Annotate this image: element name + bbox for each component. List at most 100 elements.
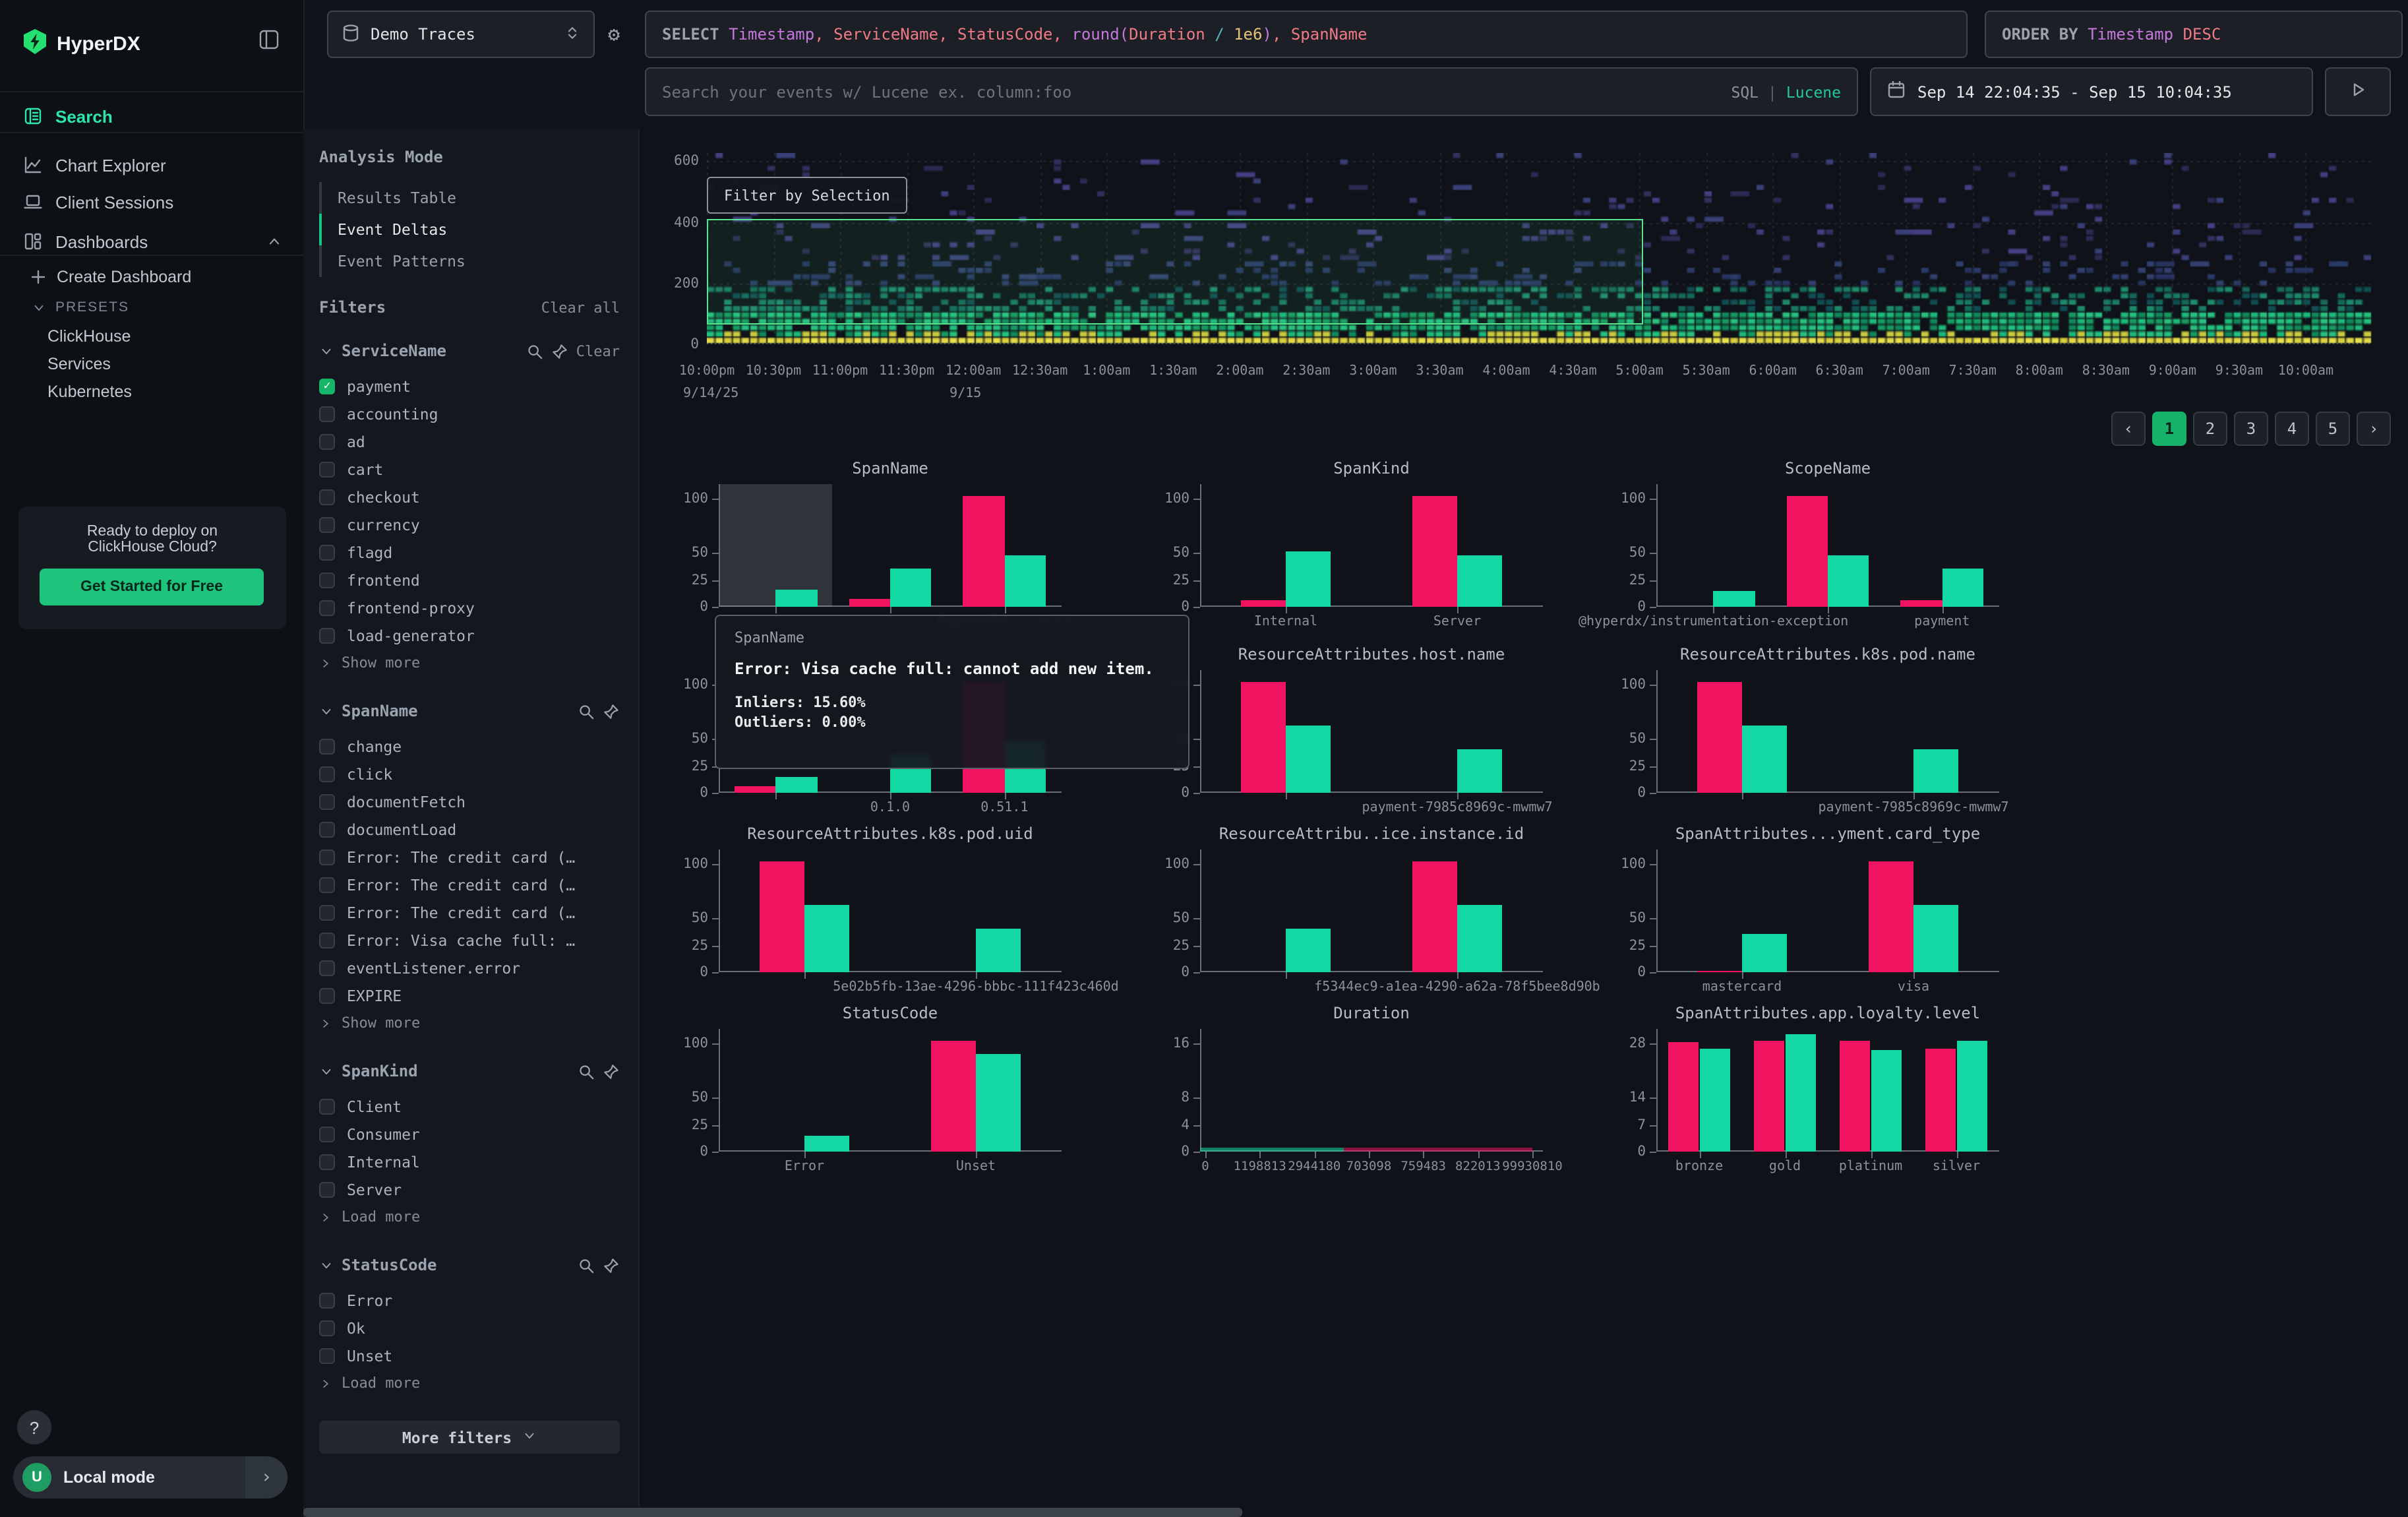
filter-item-expire[interactable]: EXPIRE [319, 981, 620, 1009]
checkbox[interactable] [319, 932, 335, 948]
checkbox[interactable] [319, 1154, 335, 1169]
filter-search-icon[interactable] [578, 702, 595, 720]
get-started-button[interactable]: Get Started for Free [40, 569, 264, 605]
filter-item-cart[interactable]: cart [319, 455, 620, 483]
filter-pin-icon[interactable] [603, 702, 620, 720]
filter-pin-icon[interactable] [551, 342, 568, 359]
analysis-mode-event-deltas[interactable]: Event Deltas [319, 214, 620, 245]
sidebar-item-client-sessions[interactable]: Client Sessions [0, 182, 303, 222]
filter-item-error-the-credit-card-[interactable]: Error: The credit card (… [319, 871, 620, 898]
checkbox[interactable] [319, 821, 335, 837]
sidebar-collapse-icon[interactable] [258, 29, 280, 50]
filter-item-error-the-credit-card-[interactable]: Error: The credit card (… [319, 843, 620, 871]
checkbox[interactable] [319, 600, 335, 615]
checkbox[interactable] [319, 461, 335, 477]
checkbox[interactable] [319, 572, 335, 588]
filter-pin-icon[interactable] [603, 1256, 620, 1274]
checkbox[interactable] [319, 406, 335, 421]
load-more-button[interactable]: Load more [319, 1203, 620, 1231]
checkbox[interactable] [319, 516, 335, 532]
chevron-down-icon[interactable] [319, 704, 334, 718]
sidebar-item-chart-explorer[interactable]: Chart Explorer [0, 145, 303, 185]
checkbox[interactable] [319, 433, 335, 449]
pagination-page-3[interactable]: 3 [2234, 412, 2268, 446]
pagination-page-5[interactable]: 5 [2316, 412, 2350, 446]
checkbox[interactable] [319, 1320, 335, 1336]
sidebar-preset-services[interactable]: Services [47, 355, 111, 373]
checkbox[interactable] [319, 877, 335, 892]
filter-item-ad[interactable]: ad [319, 427, 620, 455]
filter-item-documentload[interactable]: documentLoad [319, 815, 620, 843]
filter-item-client[interactable]: Client [319, 1092, 620, 1120]
filter-item-change[interactable]: change [319, 732, 620, 760]
checkbox[interactable] [319, 766, 335, 782]
filter-item-internal[interactable]: Internal [319, 1148, 620, 1175]
source-select[interactable]: Demo Traces [327, 11, 595, 58]
filter-item-accounting[interactable]: accounting [319, 400, 620, 427]
checkbox[interactable] [319, 793, 335, 809]
horizontal-scrollbar[interactable] [303, 1508, 1242, 1517]
filter-item-checkout[interactable]: checkout [319, 483, 620, 511]
show-more-button[interactable]: Show more [319, 1009, 620, 1037]
checkbox[interactable] [319, 738, 335, 754]
checkbox[interactable] [319, 1347, 335, 1363]
analysis-mode-results-table[interactable]: Results Table [319, 182, 620, 214]
heatmap-selection-box[interactable] [707, 219, 1643, 325]
filter-item-error[interactable]: Error [319, 1286, 620, 1314]
pagination-page-4[interactable]: 4 [2275, 412, 2309, 446]
filter-by-selection-button[interactable]: Filter by Selection [707, 177, 907, 214]
filter-item-server[interactable]: Server [319, 1175, 620, 1203]
sidebar-item-create-dashboard[interactable]: Create Dashboard [29, 268, 191, 286]
filter-item-error-visa-cache-full-[interactable]: Error: Visa cache full: … [319, 926, 620, 954]
checkbox[interactable] [319, 1126, 335, 1142]
filter-item-eventlistener-error[interactable]: eventListener.error [319, 954, 620, 981]
checkbox[interactable] [319, 1098, 335, 1114]
sidebar-item-dashboards[interactable]: Dashboards [0, 222, 303, 261]
filter-search-icon[interactable] [578, 1063, 595, 1080]
filter-search-icon[interactable] [526, 342, 543, 359]
filter-item-load-generator[interactable]: load-generator [319, 621, 620, 649]
filter-item-documentfetch[interactable]: documentFetch [319, 788, 620, 815]
filter-item-unset[interactable]: Unset [319, 1342, 620, 1369]
show-more-button[interactable]: Show more [319, 649, 620, 677]
checkbox[interactable] [319, 849, 335, 865]
order-by-input[interactable]: ORDER BY Timestamp DESC [1985, 11, 2403, 58]
date-range-picker[interactable]: Sep 14 22:04:35 - Sep 15 10:04:35 [1870, 67, 2313, 116]
filter-item-ok[interactable]: Ok [319, 1314, 620, 1342]
more-filters-button[interactable]: More filters [319, 1421, 620, 1454]
filter-pin-icon[interactable] [603, 1063, 620, 1080]
pagination-next[interactable]: › [2357, 412, 2391, 446]
analysis-mode-event-patterns[interactable]: Event Patterns [319, 245, 620, 277]
filter-clear-button[interactable]: Clear [576, 342, 620, 359]
filter-item-consumer[interactable]: Consumer [319, 1120, 620, 1148]
load-more-button[interactable]: Load more [319, 1369, 620, 1397]
search-input-box[interactable]: Search your events w/ Lucene ex. column:… [645, 67, 1858, 116]
checkbox[interactable] [319, 904, 335, 920]
chevron-down-icon[interactable] [319, 1258, 334, 1272]
filter-item-click[interactable]: click [319, 760, 620, 788]
filter-item-payment[interactable]: ✓payment [319, 372, 620, 400]
checkbox[interactable] [319, 960, 335, 975]
clear-all-button[interactable]: Clear all [541, 299, 620, 316]
filter-item-frontend-proxy[interactable]: frontend-proxy [319, 594, 620, 621]
pagination-prev[interactable]: ‹ [2111, 412, 2146, 446]
filter-search-icon[interactable] [578, 1256, 595, 1274]
pagination-page-2[interactable]: 2 [2193, 412, 2227, 446]
select-clause-input[interactable]: SELECT Timestamp, ServiceName, StatusCod… [645, 11, 1968, 58]
filter-item-frontend[interactable]: frontend [319, 566, 620, 594]
checkbox[interactable] [319, 987, 335, 1003]
run-query-button[interactable] [2325, 67, 2391, 116]
filter-item-error-the-credit-card-[interactable]: Error: The credit card (… [319, 898, 620, 926]
checkbox[interactable] [319, 627, 335, 643]
sidebar-item-search[interactable]: Search [0, 96, 303, 136]
checkbox[interactable]: ✓ [319, 378, 335, 394]
checkbox[interactable] [319, 544, 335, 560]
checkbox[interactable] [319, 489, 335, 505]
local-mode-bar[interactable]: U Local mode › [13, 1456, 287, 1499]
lucene-toggle[interactable]: Lucene [1786, 82, 1841, 101]
chevron-down-icon[interactable] [319, 1064, 334, 1078]
pagination-page-1[interactable]: 1 [2152, 412, 2186, 446]
chevron-down-icon[interactable] [319, 344, 334, 358]
checkbox[interactable] [319, 1181, 335, 1197]
help-button[interactable]: ? [17, 1410, 51, 1444]
